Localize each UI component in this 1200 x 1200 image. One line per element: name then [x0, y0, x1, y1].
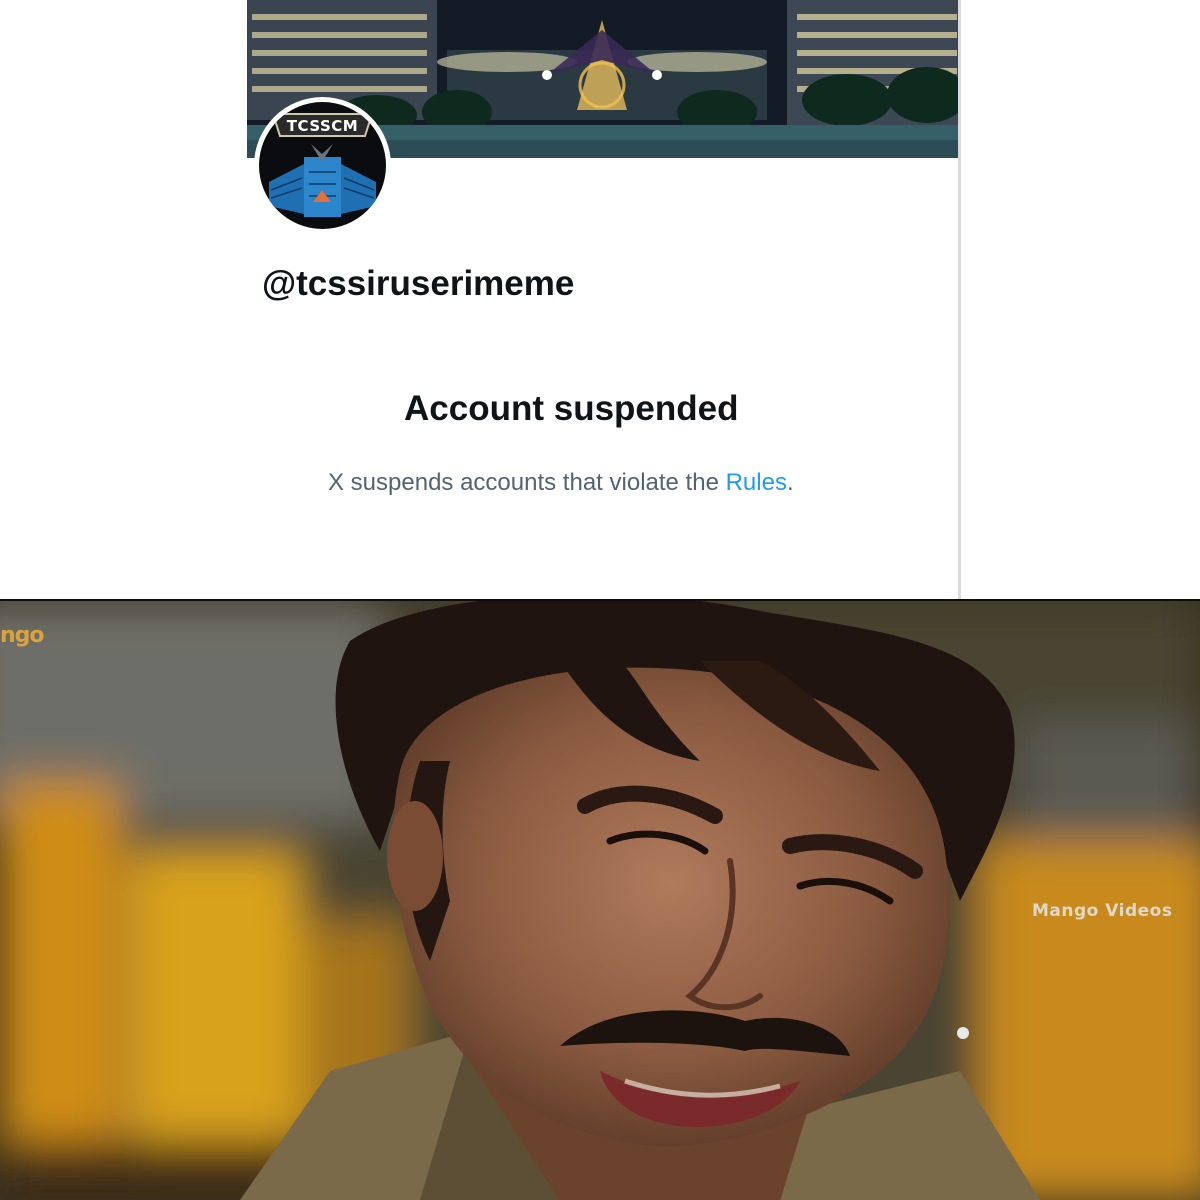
- movie-still-image: ngo Mango Videos: [0, 601, 1200, 1200]
- suspended-profile-card: TCSSCM @tcssiruserimeme Account suspende…: [0, 0, 1200, 600]
- suspension-title: Account suspended: [404, 389, 739, 428]
- card-right-border: [958, 0, 961, 600]
- suspension-message-text: X suspends accounts that violate the: [328, 469, 726, 496]
- watermark-right: Mango Videos: [1032, 901, 1173, 921]
- suspension-message: X suspends accounts that violate the Rul…: [328, 469, 794, 497]
- profile-handle: @tcssiruserimeme: [262, 264, 575, 303]
- watermark-top-left: ngo: [0, 623, 45, 648]
- profile-avatar[interactable]: TCSSCM: [254, 97, 391, 234]
- rules-link[interactable]: Rules: [726, 469, 787, 496]
- suspension-message-period: .: [786, 469, 794, 496]
- movie-still-illustration: [0, 601, 1200, 1200]
- avatar-label: TCSSCM: [286, 117, 359, 135]
- avatar-logo: TCSSCM: [259, 102, 386, 229]
